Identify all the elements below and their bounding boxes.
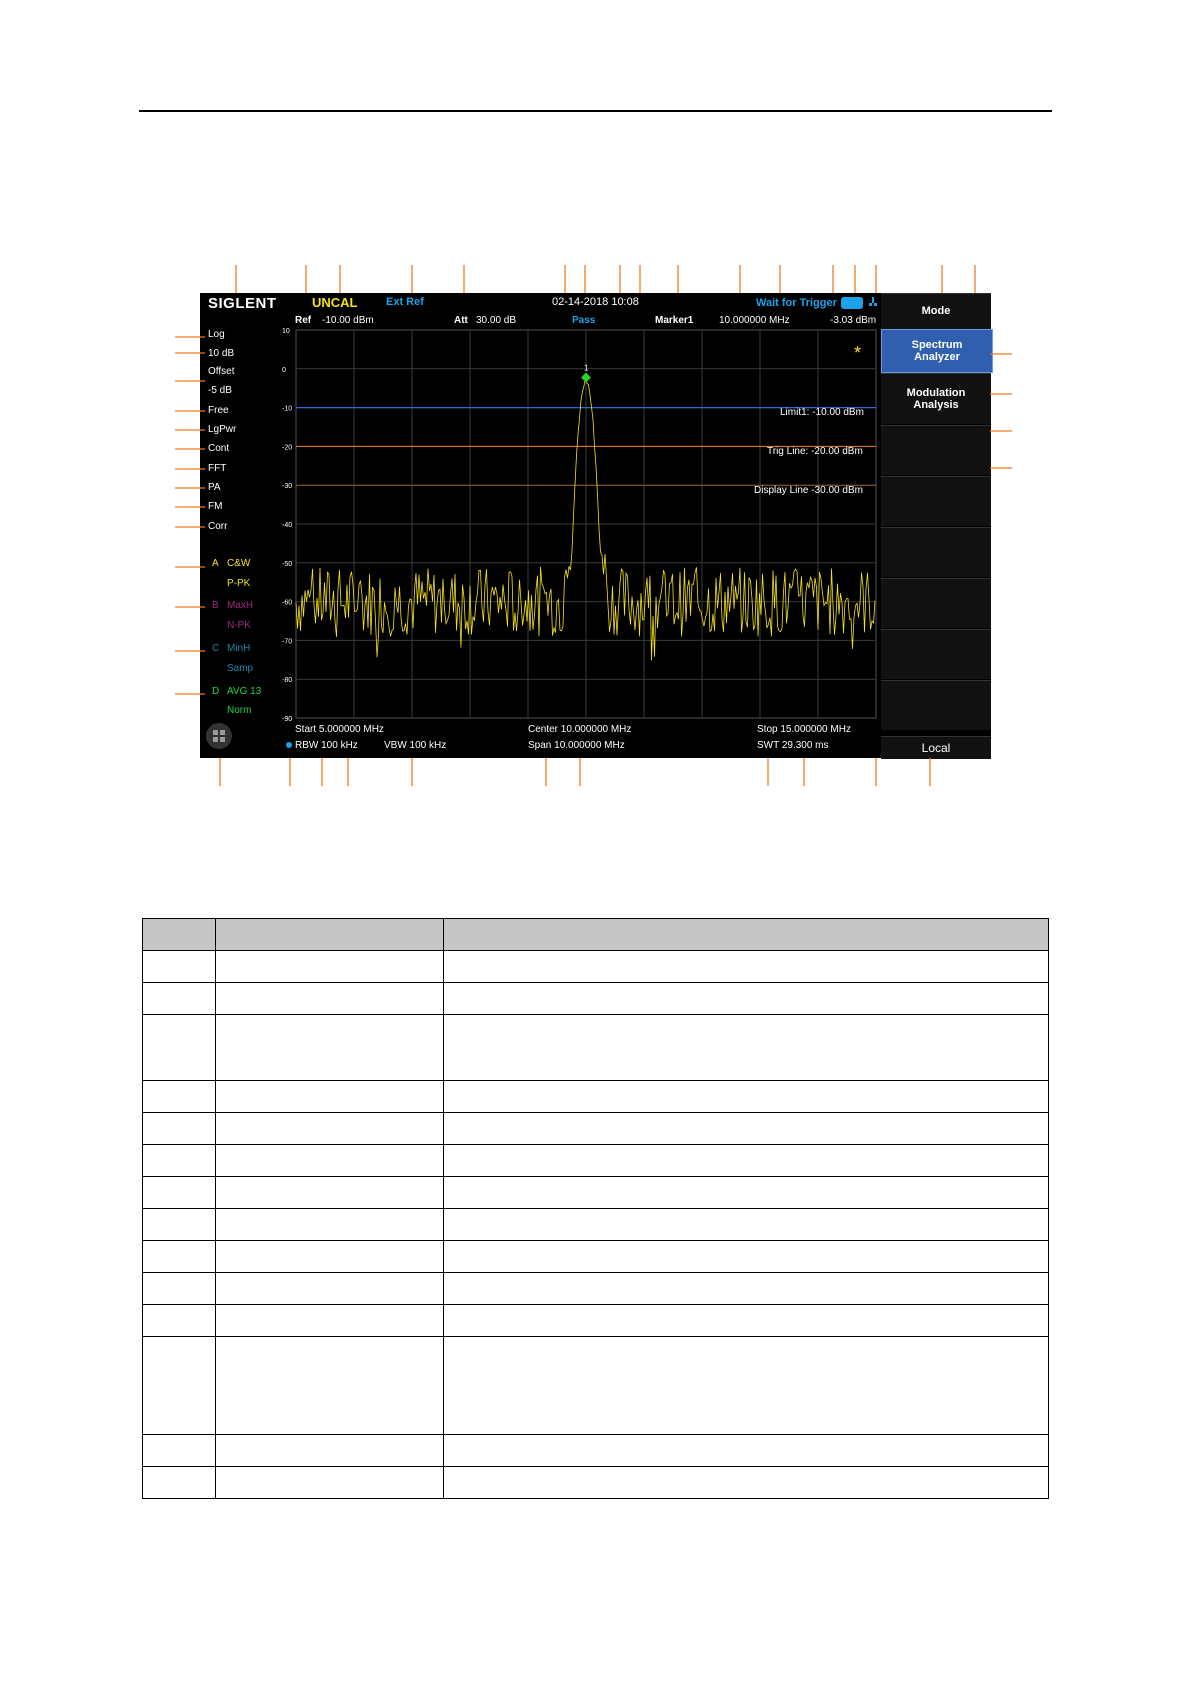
table-row [142, 1434, 1049, 1467]
callout-arrows [175, 265, 1012, 786]
table-row [142, 1466, 1049, 1499]
table-row [142, 1080, 1049, 1113]
legend-table [142, 918, 1049, 1499]
table-row [142, 1304, 1049, 1337]
table-row [142, 1112, 1049, 1145]
table-row [142, 1014, 1049, 1081]
table-row [142, 1208, 1049, 1241]
table-header-cell [142, 918, 216, 951]
table-row [142, 1176, 1049, 1209]
table-row [142, 1144, 1049, 1177]
table-header-cell [443, 918, 1049, 951]
table-row [142, 950, 1049, 983]
table-header-cell [215, 918, 444, 951]
table-header-row [142, 918, 1049, 951]
table-row [142, 1240, 1049, 1273]
table-row [142, 1272, 1049, 1305]
table-row [142, 1336, 1049, 1435]
table-row [142, 982, 1049, 1015]
